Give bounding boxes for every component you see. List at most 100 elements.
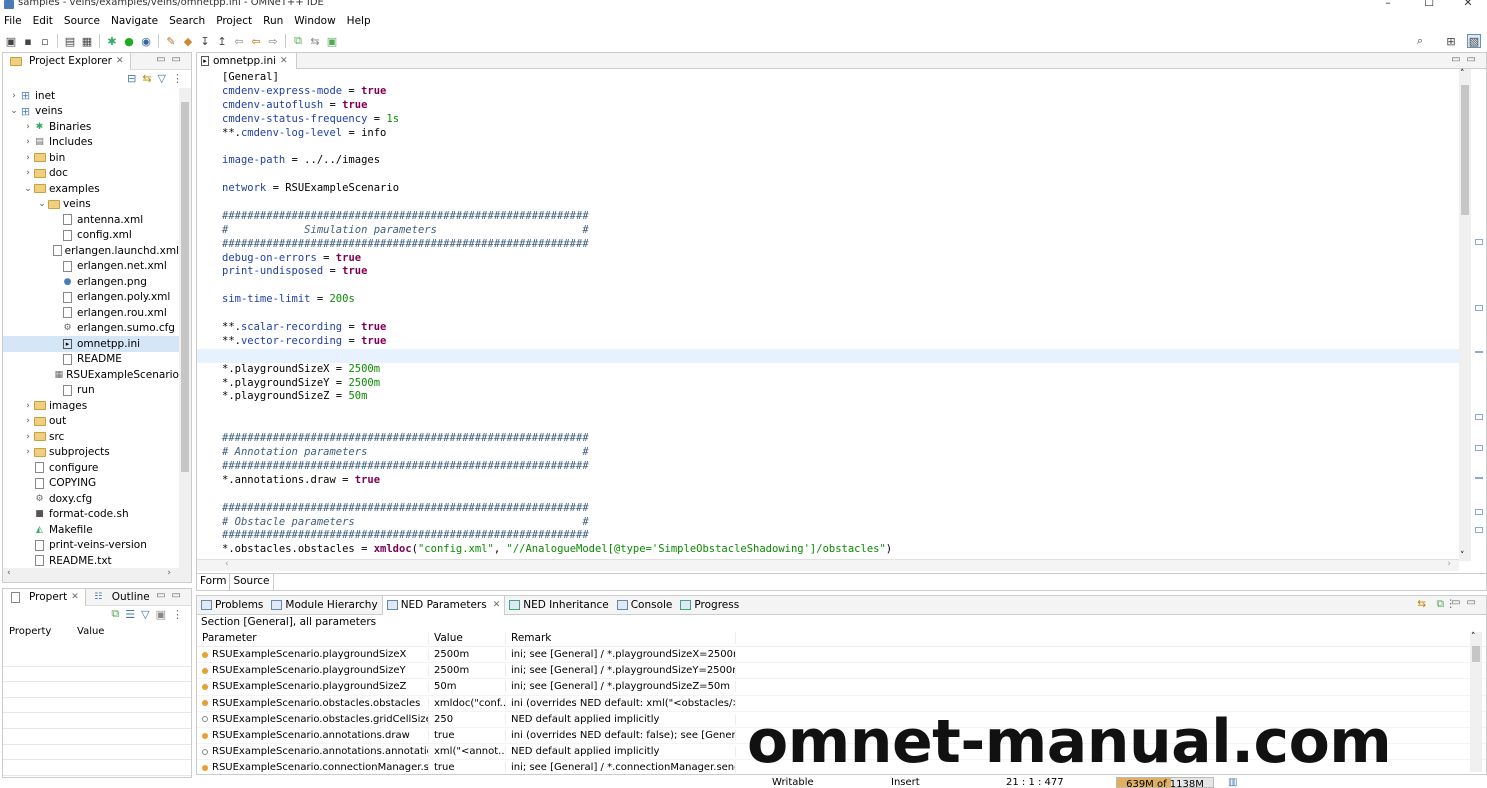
close-icon[interactable]: ✕ <box>280 56 288 66</box>
parameter-column-header[interactable]: Parameter <box>197 632 429 644</box>
tab-ned-parameters[interactable]: NED Parameters ✕ <box>381 596 506 615</box>
tree-item-bin[interactable]: › bin <box>3 150 179 166</box>
chevron-right-icon[interactable]: › <box>23 153 33 163</box>
close-icon[interactable]: ✕ <box>71 592 79 602</box>
view-menu-icon[interactable]: ⋮ <box>172 72 183 85</box>
code-line[interactable]: *.obstacles.obstacles = xmldoc("config.x… <box>222 543 1457 557</box>
chevron-down-icon[interactable]: ⌄ <box>9 106 19 116</box>
tab-progress[interactable]: Progress <box>676 596 743 615</box>
menu-help[interactable]: Help <box>347 15 371 27</box>
forward-arrow-icon[interactable]: ⇨ <box>266 34 280 48</box>
tree-item-makefile[interactable]: ◭ Makefile <box>3 522 179 538</box>
tree-item-veins[interactable]: ⌄ ⊞ veins <box>3 104 179 120</box>
garbage-collect-icon[interactable]: ▥ <box>1228 777 1237 788</box>
tree-item-run[interactable]: run <box>3 383 179 399</box>
chevron-right-icon[interactable]: › <box>23 416 33 426</box>
tree-item-erlangen-net-xml[interactable]: erlangen.net.xml <box>3 259 179 275</box>
tab-ned-inheritance[interactable]: NED Inheritance <box>505 596 612 615</box>
close-button[interactable]: ✕ <box>1458 0 1478 8</box>
tree-item-includes[interactable]: › ▤ Includes <box>3 135 179 151</box>
code-line[interactable]: *.playgroundSizeY = 2500m <box>222 377 1457 391</box>
code-line[interactable] <box>222 196 1457 210</box>
minimize-button[interactable]: – <box>1378 0 1398 8</box>
tree-item-antenna-xml[interactable]: antenna.xml <box>3 212 179 228</box>
code-line[interactable]: cmdenv-express-mode = true <box>222 85 1457 99</box>
maximize-button[interactable]: ☐ <box>1419 0 1439 8</box>
next-annotation-icon[interactable]: ↧ <box>198 34 212 48</box>
tree-item-doc[interactable]: › doc <box>3 166 179 182</box>
chevron-right-icon[interactable]: › <box>23 137 33 147</box>
chevron-right-icon[interactable]: › <box>23 432 33 442</box>
chevron-right-icon[interactable]: › <box>23 168 33 178</box>
editor-vertical-scrollbar[interactable]: ˄ ˅ <box>1459 69 1471 561</box>
tree-item-erlangen-launchd-xml[interactable]: erlangen.launchd.xml <box>3 243 179 259</box>
chevron-down-icon[interactable]: ⌄ <box>37 199 47 209</box>
code-line[interactable] <box>222 488 1457 502</box>
tree-item-copying[interactable]: COPYING <box>3 476 179 492</box>
open-type-icon[interactable]: ◆ <box>181 34 195 48</box>
tab-module-hierarchy[interactable]: Module Hierarchy <box>267 596 381 615</box>
code-line[interactable] <box>197 348 1459 363</box>
save-icon[interactable]: ▪ <box>21 34 35 48</box>
pin-icon[interactable]: ⧉ <box>111 607 119 621</box>
code-line[interactable]: image-path = ../../images <box>222 154 1457 168</box>
code-line[interactable]: # Annotation parameters # <box>222 446 1457 460</box>
build-icon[interactable]: ▦ <box>80 34 94 48</box>
tab-problems[interactable]: Problems <box>197 596 267 615</box>
value-column-header[interactable]: Value <box>429 632 506 644</box>
menu-project[interactable]: Project <box>216 15 252 27</box>
tree-horizontal-scrollbar[interactable]: ‹ › <box>3 568 191 582</box>
tree-item-config-xml[interactable]: config.xml <box>3 228 179 244</box>
tree-item-configure[interactable]: configure <box>3 460 179 476</box>
overview-ruler[interactable] <box>1472 69 1486 561</box>
scroll-left-icon[interactable]: ‹ <box>225 559 229 569</box>
code-line[interactable] <box>222 140 1457 154</box>
close-icon[interactable]: ✕ <box>116 56 124 66</box>
scroll-left-icon[interactable]: ‹ <box>7 568 11 578</box>
tree-item-readme[interactable]: README <box>3 352 179 368</box>
tree-item-erlangen-poly-xml[interactable]: erlangen.poly.xml <box>3 290 179 306</box>
tree-item-doxy-cfg[interactable]: ⚙ doxy.cfg <box>3 491 179 507</box>
menu-source[interactable]: Source <box>64 15 100 27</box>
back-icon[interactable]: ⇦ <box>232 34 246 48</box>
filter-icon[interactable]: ▽ <box>141 608 149 621</box>
search-icon[interactable]: ⌕ <box>1413 34 1427 48</box>
pin-icon[interactable]: ⧉ <box>1437 598 1445 611</box>
scroll-down-icon[interactable]: ˅ <box>1460 551 1465 561</box>
link-editor-icon[interactable]: ⇆ <box>142 72 151 85</box>
tree-item-erlangen-sumo-cfg[interactable]: ⚙ erlangen.sumo.cfg <box>3 321 179 337</box>
save-all-icon[interactable]: ▫ <box>38 34 52 48</box>
code-line[interactable]: ########################################… <box>222 210 1457 224</box>
minimize-maximize-icon[interactable]: ▭▭ <box>156 590 187 601</box>
scroll-right-icon[interactable]: › <box>167 568 171 578</box>
chevron-down-icon[interactable]: ⌄ <box>23 184 33 194</box>
tab-form[interactable]: Form <box>197 574 231 590</box>
new-window-icon[interactable]: ⧉ <box>291 34 305 48</box>
collapse-all-icon[interactable]: ⊟ <box>127 72 136 85</box>
pin-icon[interactable]: ▣ <box>325 34 339 48</box>
scroll-right-icon[interactable]: › <box>1447 559 1451 569</box>
minimize-maximize-icon[interactable]: ▭▭ <box>156 54 187 65</box>
restore-default-icon[interactable]: ▣ <box>156 608 166 621</box>
table-row[interactable]: RSUExampleScenario.playgroundSizeX 2500m i… <box>197 647 1486 664</box>
back-arrow-icon[interactable]: ⇦ <box>249 34 263 48</box>
editor-horizontal-scrollbar[interactable]: ‹ › <box>197 559 1459 571</box>
code-line[interactable]: sim-time-limit = 200s <box>222 293 1457 307</box>
code-line[interactable]: debug-on-errors = true <box>222 252 1457 266</box>
code-line[interactable] <box>222 279 1457 293</box>
menu-run[interactable]: Run <box>263 15 283 27</box>
pencil-icon[interactable]: ✎ <box>164 34 178 48</box>
chevron-right-icon[interactable]: › <box>9 91 19 101</box>
menu-navigate[interactable]: Navigate <box>111 15 158 27</box>
parameters-vertical-scrollbar[interactable]: ˄ <box>1470 632 1482 772</box>
scroll-up-icon[interactable]: ˄ <box>1460 69 1465 79</box>
chevron-right-icon[interactable]: › <box>23 447 33 457</box>
code-area[interactable]: [General] cmdenv-express-mode = true cmden… <box>197 71 1459 557</box>
tree-item-examples[interactable]: ⌄ examples <box>3 181 179 197</box>
tree-item-erlangen-png[interactable]: ● erlangen.png <box>3 274 179 290</box>
code-line[interactable]: *.annotations.draw = true <box>222 474 1457 488</box>
menu-search[interactable]: Search <box>169 15 205 27</box>
tree-item-erlangen-rou-xml[interactable]: erlangen.rou.xml <box>3 305 179 321</box>
tree-item-out[interactable]: › out <box>3 414 179 430</box>
menu-file[interactable]: File <box>4 15 22 27</box>
